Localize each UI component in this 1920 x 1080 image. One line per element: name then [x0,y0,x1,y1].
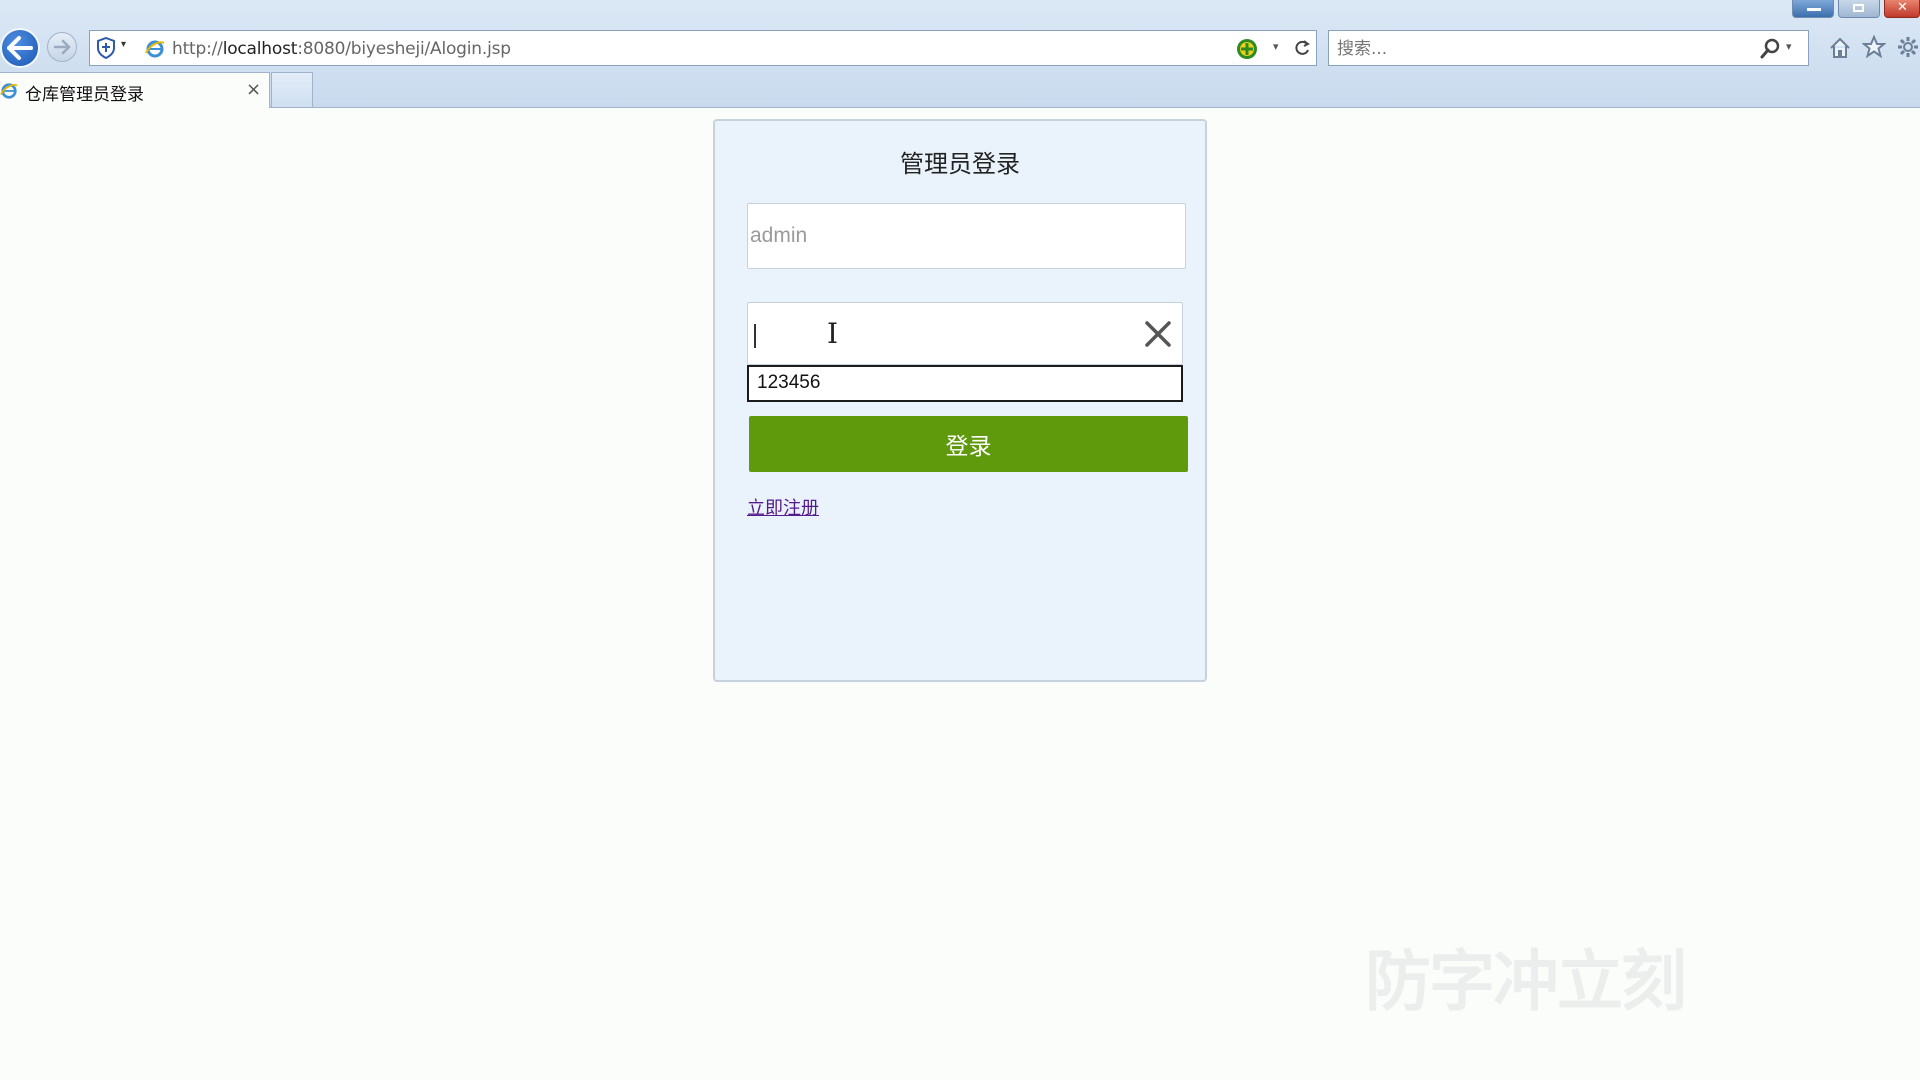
window-minimize-button[interactable] [1792,0,1834,18]
search-bar[interactable]: ▾ [1328,30,1809,66]
autocomplete-suggestion[interactable]: 123456 [747,365,1183,402]
window-close-button[interactable] [1884,0,1920,18]
url-prefix: http:// [172,39,223,59]
new-tab-button[interactable] [271,72,313,107]
refresh-icon[interactable] [1292,38,1312,58]
shield-icon[interactable] [96,37,116,59]
autocomplete-text: 123456 [757,372,821,393]
window-restore-button[interactable] [1838,0,1880,18]
search-dropdown-icon[interactable]: ▾ [1786,40,1792,53]
compatibility-view-icon[interactable] [1235,37,1259,61]
address-dropdown-icon[interactable]: ▾ [1273,40,1279,53]
tab-title: 仓库管理员登录 [25,85,144,105]
username-input[interactable] [747,203,1186,269]
watermark: 防字冲立刻 [1365,943,1687,1020]
search-input[interactable] [1335,36,1739,62]
search-icon[interactable] [1759,38,1781,60]
tab-active[interactable]: 仓库管理员登录 × [0,72,270,108]
ie-page-icon [145,40,165,58]
password-input[interactable]: I [747,302,1183,365]
login-panel: 管理员登录 I 123456 登录 立即注册 [713,119,1207,682]
security-dropdown-icon[interactable]: ▾ [121,39,126,50]
back-button[interactable] [0,28,40,68]
forward-arrow-icon [53,39,71,55]
forward-button[interactable] [47,32,77,62]
gear-icon[interactable] [1896,35,1920,59]
url-host: localhost [222,39,298,59]
browser-chrome: ▾ http://localhost:8080/biyesheji/Alogin… [0,0,1920,108]
back-arrow-icon [7,36,33,60]
clear-icon[interactable] [1141,317,1175,351]
url-path: :8080/biyesheji/Alogin.jsp [297,39,511,59]
login-button[interactable]: 登录 [749,416,1188,472]
ie-tab-icon [0,83,18,99]
favorites-star-icon[interactable] [1862,35,1886,59]
address-bar[interactable]: ▾ http://localhost:8080/biyesheji/Alogin… [89,30,1317,66]
login-title: 管理员登录 [900,150,1020,178]
tab-close-icon[interactable]: × [246,79,261,100]
register-link[interactable]: 立即注册 [747,494,819,520]
ibeam-cursor-icon: I [827,317,839,350]
url-text[interactable]: http://localhost:8080/biyesheji/Alogin.j… [172,39,511,59]
text-caret [754,324,756,348]
home-icon[interactable] [1828,36,1852,60]
